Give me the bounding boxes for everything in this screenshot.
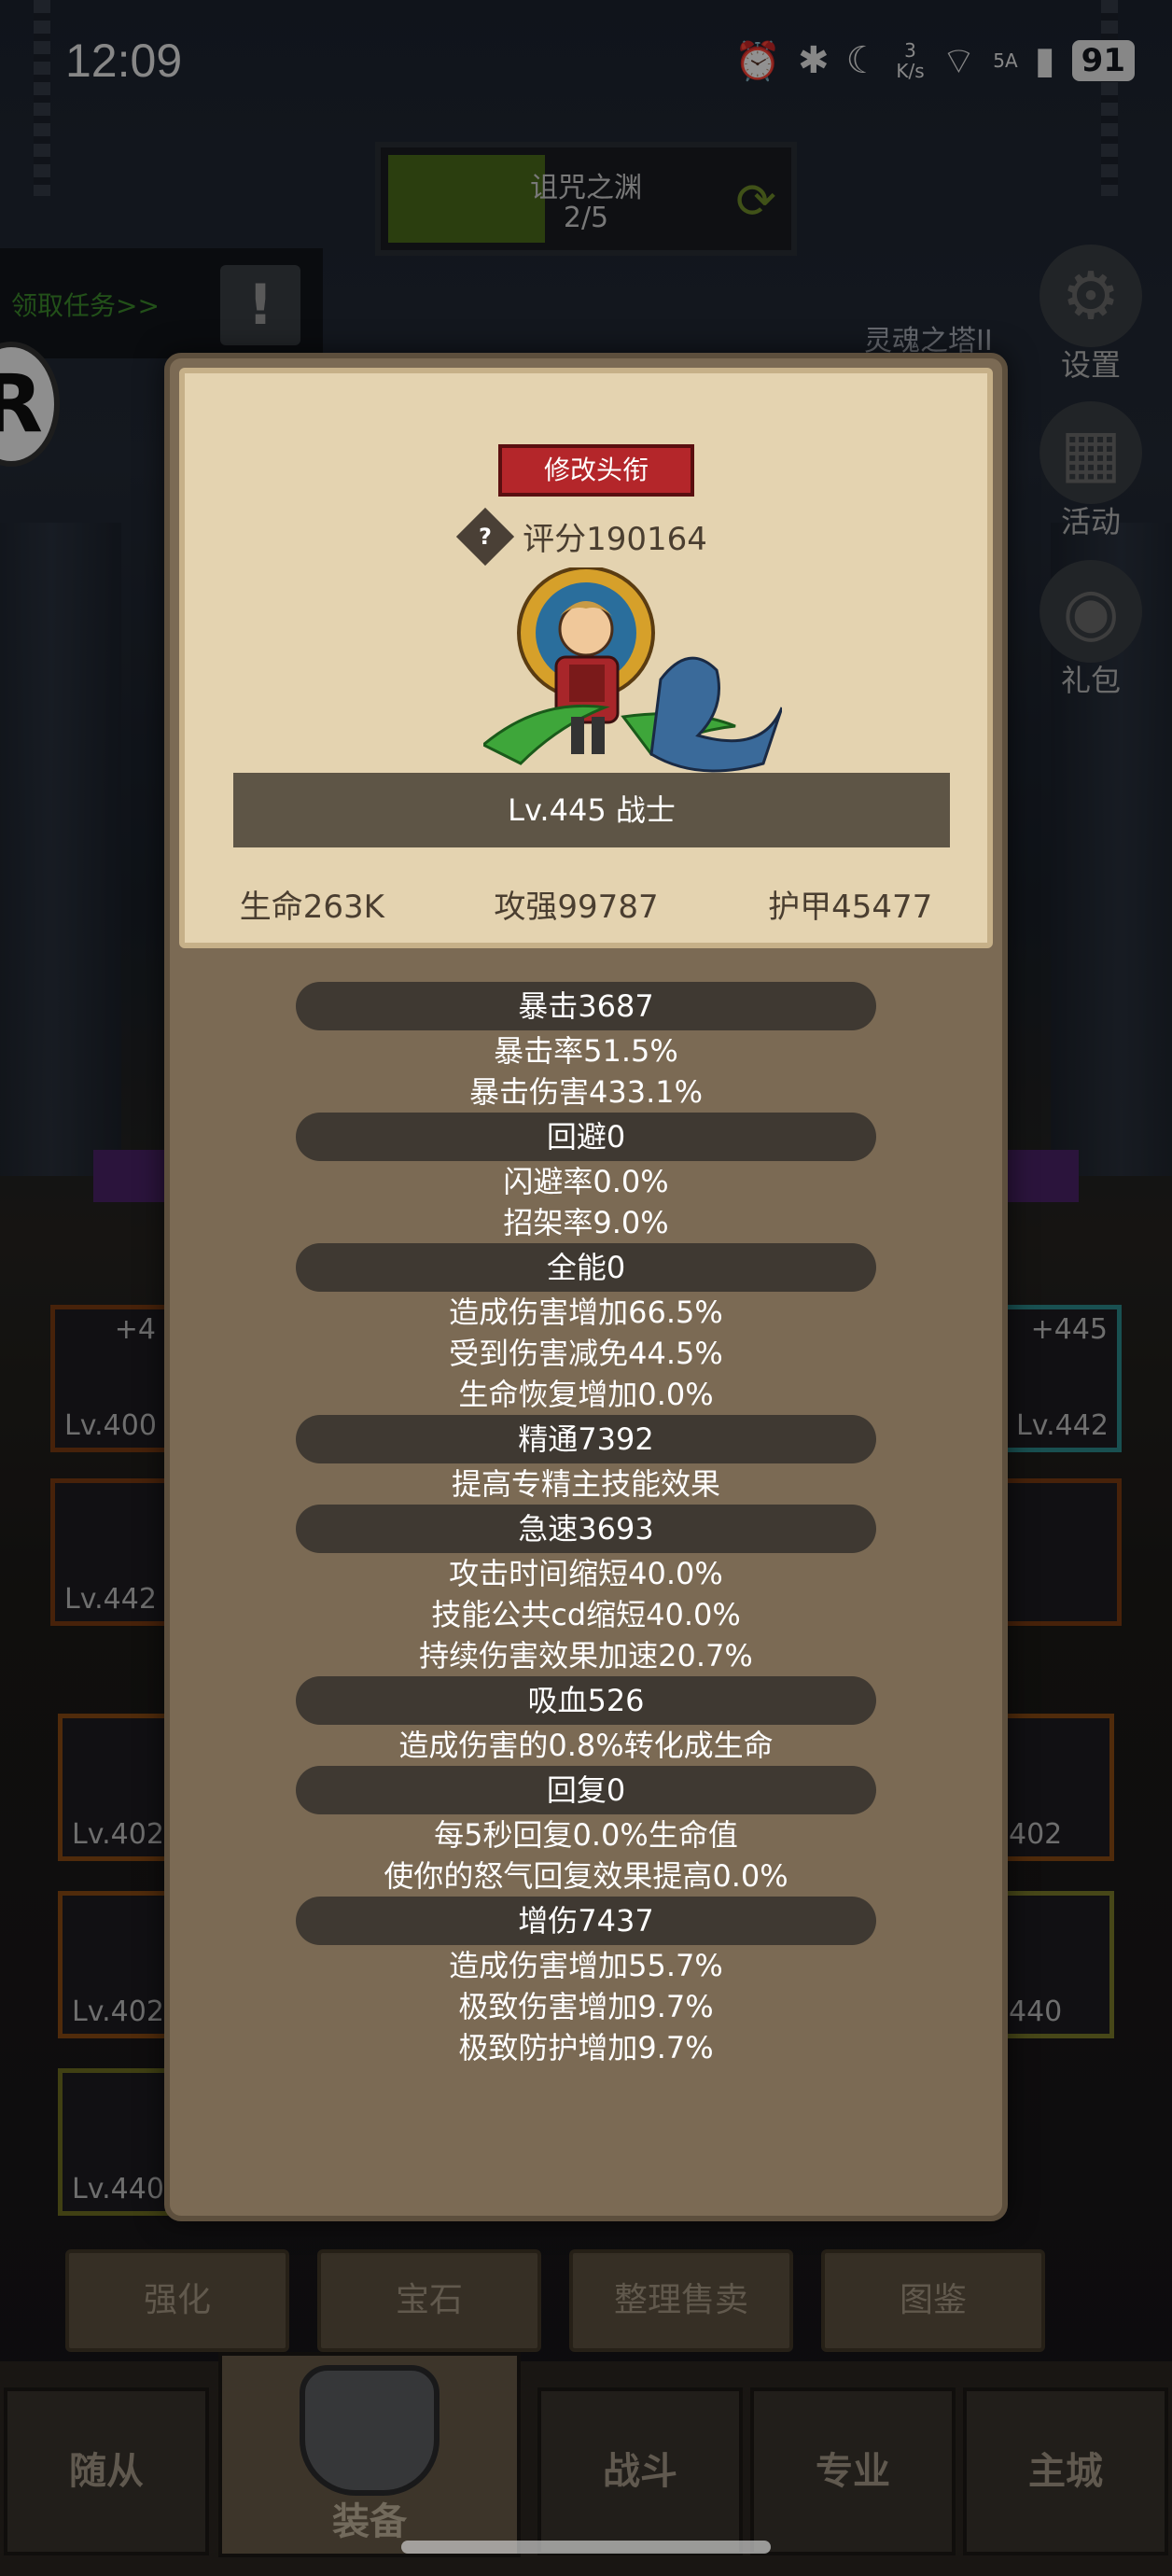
attribute-header: 吸血526 xyxy=(296,1676,876,1725)
attribute-header: 回复0 xyxy=(296,1766,876,1814)
level-class-bar: Lv.445 战士 xyxy=(233,773,950,847)
armor-stat: 护甲45477 xyxy=(768,889,933,926)
attribute-line: 生命恢复增加0.0% xyxy=(458,1377,714,1412)
attribute-line: 提高专精主技能效果 xyxy=(451,1466,720,1502)
attribute-line: 暴击伤害433.1% xyxy=(468,1074,704,1110)
rename-title-button[interactable]: 修改头衔 xyxy=(498,444,694,497)
attribute-header: 精通7392 xyxy=(296,1415,876,1463)
attribute-line: 技能公共cd缩短40.0% xyxy=(431,1597,741,1632)
attribute-group: 急速3693 攻击时间缩短40.0% 技能公共cd缩短40.0% 持续伤害效果加… xyxy=(170,1505,1002,1676)
attribute-line: 招架率9.0% xyxy=(503,1205,669,1240)
warrior-portrait xyxy=(483,567,782,773)
attribute-line: 极致防护增加9.7% xyxy=(458,2030,714,2065)
attribute-line: 造成伤害增加55.7% xyxy=(449,1948,723,1983)
attribute-line: 闪避率0.0% xyxy=(503,1164,669,1199)
character-stats-modal: 修改头衔 ? 评分190164 Lv.445 战士 生命263K 攻强99787… xyxy=(164,353,1008,2221)
attribute-line: 攻击时间缩短40.0% xyxy=(449,1556,723,1591)
attribute-group: 全能0 造成伤害增加66.5% 受到伤害减免44.5% 生命恢复增加0.0% xyxy=(170,1243,1002,1415)
attribute-list: 暴击3687 暴击率51.5% 暴击伤害433.1% 回避0 闪避率0.0% 招… xyxy=(170,982,1002,2068)
attribute-header: 回避0 xyxy=(296,1113,876,1161)
attribute-group: 暴击3687 暴击率51.5% 暴击伤害433.1% xyxy=(170,982,1002,1113)
attribute-line: 每5秒回复0.0%生命值 xyxy=(434,1817,738,1853)
core-stats: 生命263K 攻强99787 护甲45477 xyxy=(185,881,987,927)
attribute-group: 精通7392 提高专精主技能效果 xyxy=(170,1415,1002,1505)
character-summary-panel: 修改头衔 ? 评分190164 Lv.445 战士 生命263K 攻强99787… xyxy=(179,368,993,948)
attribute-header: 全能0 xyxy=(296,1243,876,1292)
attribute-line: 造成伤害增加66.5% xyxy=(449,1295,723,1330)
attribute-group: 回避0 闪避率0.0% 招架率9.0% xyxy=(170,1113,1002,1243)
attribute-line: 使你的怒气回复效果提高0.0% xyxy=(384,1858,788,1894)
score-value: 评分190164 xyxy=(523,521,707,558)
attribute-group: 吸血526 造成伤害的0.8%转化成生命 xyxy=(170,1676,1002,1766)
attribute-group: 增伤7437 造成伤害增加55.7% 极致伤害增加9.7% 极致防护增加9.7% xyxy=(170,1897,1002,2068)
home-indicator[interactable] xyxy=(401,2541,771,2554)
attribute-line: 极致伤害增加9.7% xyxy=(458,1989,714,2024)
help-icon[interactable]: ? xyxy=(455,507,515,566)
attribute-line: 受到伤害减免44.5% xyxy=(449,1336,723,1371)
attribute-header: 急速3693 xyxy=(296,1505,876,1553)
attack-stat: 攻强99787 xyxy=(494,889,659,926)
score-row: ? 评分190164 xyxy=(185,507,987,566)
attribute-header: 暴击3687 xyxy=(296,982,876,1030)
attribute-group: 回复0 每5秒回复0.0%生命值 使你的怒气回复效果提高0.0% xyxy=(170,1766,1002,1897)
attribute-header: 增伤7437 xyxy=(296,1897,876,1945)
hp-stat: 生命263K xyxy=(239,889,384,926)
attribute-line: 持续伤害效果加速20.7% xyxy=(419,1638,753,1673)
attribute-line: 暴击率51.5% xyxy=(494,1033,678,1069)
attribute-line: 造成伤害的0.8%转化成生命 xyxy=(398,1728,774,1763)
